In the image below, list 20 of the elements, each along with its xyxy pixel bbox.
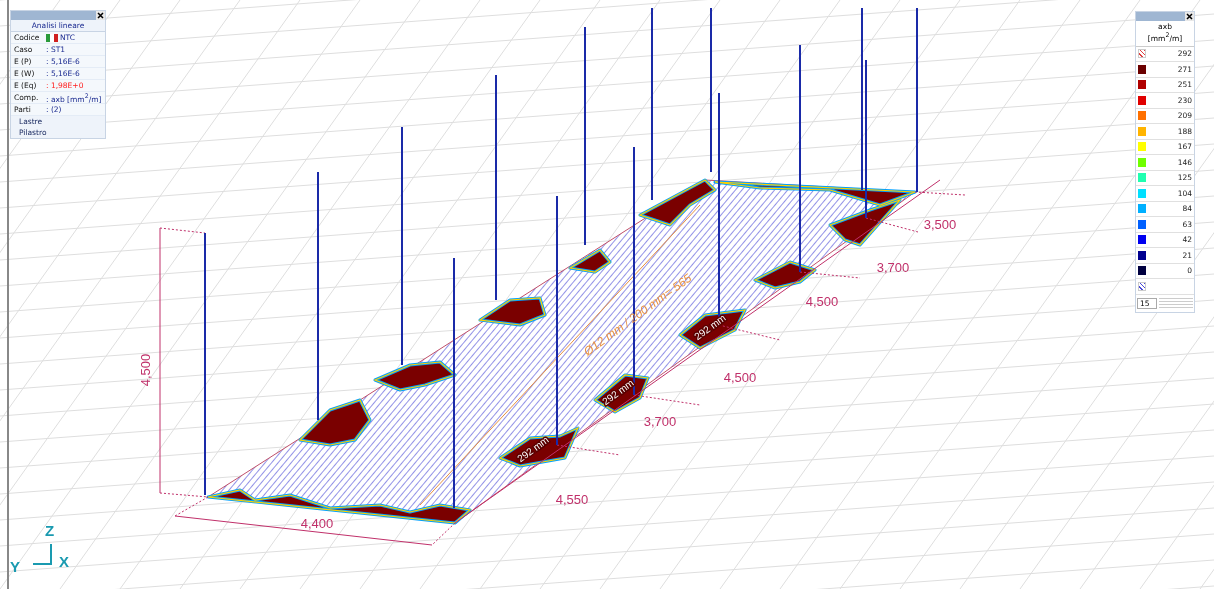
dimension-label: 4,500 [723, 370, 757, 385]
axis-label: Y [10, 558, 20, 575]
hatch-swatch [1138, 49, 1146, 59]
axis-label: Z [45, 522, 55, 539]
dimension-label: 4,500 [805, 294, 839, 309]
axis-label: X [59, 553, 69, 570]
dimension-label: 4,500 [138, 353, 153, 387]
slab-label: 292 mm [692, 312, 728, 343]
dimension-label: 3,500 [923, 217, 957, 232]
lines-icon [1159, 298, 1193, 308]
hatch-swatch [1138, 281, 1146, 291]
dimension-label: 3,700 [876, 260, 910, 275]
dimension-label: 4,400 [300, 516, 334, 531]
slab-label: 292 mm [600, 377, 636, 408]
slab-label: 292 mm [515, 434, 551, 465]
slab-label: Ø12 mm / 200 mm= 565 [581, 270, 695, 359]
close-icon[interactable] [96, 11, 105, 20]
close-icon[interactable] [1185, 12, 1194, 21]
dimension-label: 3,700 [643, 414, 677, 429]
dimension-label: 4,550 [555, 492, 589, 507]
